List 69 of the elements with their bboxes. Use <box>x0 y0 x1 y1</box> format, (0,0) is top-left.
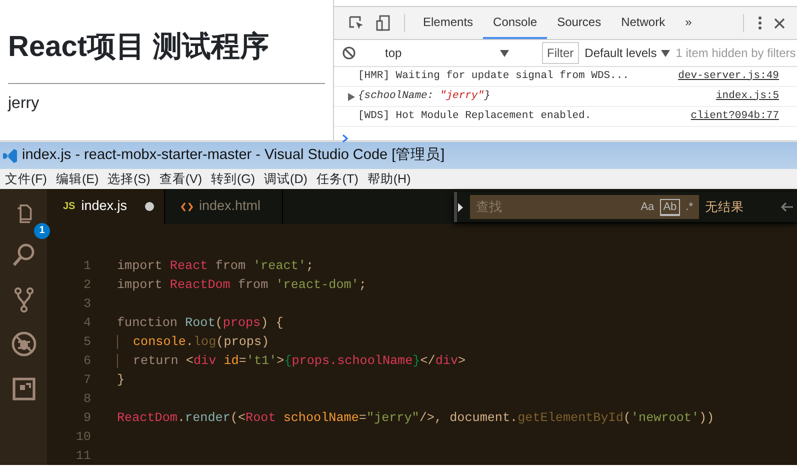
line-number: 6 <box>82 353 91 370</box>
code-line: console.log(props) <box>117 335 270 349</box>
code-line: import ReactDom from 'react-dom'; <box>117 277 366 294</box>
menu-item[interactable]: 查看(V) <box>159 170 202 188</box>
code-line: function Root(props) { <box>117 315 284 332</box>
levels-dropdown[interactable]: Default levels <box>584 44 670 62</box>
more-icon[interactable] <box>758 16 762 30</box>
more-tabs-button[interactable]: » <box>675 7 702 39</box>
find-option-toggle[interactable]: Aa <box>638 200 656 214</box>
app-logo-icon <box>2 148 18 164</box>
devtools-tab[interactable]: Elements <box>413 7 484 39</box>
devtools-tab[interactable]: Sources <box>547 7 612 39</box>
expand-icon[interactable] <box>348 92 355 100</box>
source-link[interactable]: client?094b:77 <box>690 108 779 124</box>
line-number: 2 <box>82 277 91 294</box>
search-icon[interactable] <box>10 241 36 268</box>
line-number: 9 <box>82 410 91 427</box>
inspect-icon[interactable] <box>348 15 364 31</box>
filter-field[interactable]: Filter <box>542 42 579 64</box>
line-number: 7 <box>82 372 91 389</box>
menu-item[interactable]: 任务(T) <box>316 170 358 188</box>
unsaved-dot <box>145 202 154 211</box>
page-text: jerry <box>8 94 40 114</box>
code-line: import React from 'react'; <box>117 258 314 275</box>
line-number: 1 <box>82 258 91 275</box>
menu-item[interactable]: 文件(F) <box>5 170 47 188</box>
find-option-toggle[interactable]: .* <box>684 200 695 214</box>
code-line: return <div id='t1'>{props.schoolName}</div> <box>117 354 466 368</box>
line-number: 3 <box>82 296 91 313</box>
source-link[interactable]: dev-server.js:49 <box>678 68 779 84</box>
menu-item[interactable]: 选择(S) <box>108 170 150 188</box>
line-number: 5 <box>82 334 91 351</box>
caret-icon <box>660 50 670 56</box>
menu-item[interactable]: 调试(D) <box>264 170 308 188</box>
bug-icon[interactable] <box>10 331 36 358</box>
find-field[interactable]: 查找 Aa Ab .* <box>470 195 699 219</box>
line-number: 4 <box>82 315 91 332</box>
line-number: 10 <box>74 429 91 446</box>
window-title: index.js - react-mobx-starter-master - Visual Studio Code [管理员] <box>22 146 445 165</box>
close-icon[interactable] <box>774 18 785 28</box>
hidden-items-note: 1 item hidden by filters <box>676 45 796 62</box>
expand-toggle-icon[interactable] <box>457 202 464 212</box>
source-link[interactable]: index.js:5 <box>716 88 779 104</box>
clear-icon[interactable] <box>342 46 356 60</box>
previous-match-icon[interactable] <box>781 202 793 212</box>
code-line: } <box>117 372 125 389</box>
code-file-icon <box>181 202 193 212</box>
find-option-toggle[interactable]: Ab <box>660 198 680 216</box>
line-number: 11 <box>74 448 91 465</box>
menu-item[interactable]: 转到(G) <box>210 170 256 188</box>
editor-tab[interactable]: JS index.js <box>47 189 165 224</box>
context-select[interactable]: top <box>385 44 513 62</box>
menu-item[interactable]: 帮助(H) <box>367 170 411 188</box>
device-icon[interactable] <box>376 15 390 31</box>
prompt-icon <box>342 134 348 144</box>
devtools-tab[interactable]: Console <box>483 7 548 39</box>
code-line: ReactDom.render(<Root schoolName="jerry"/>, document.getElementById('newroot')) <box>117 410 714 427</box>
js-file-icon: JS <box>63 199 76 214</box>
count-badge: 1 <box>34 223 50 239</box>
extensions-icon[interactable] <box>10 376 36 403</box>
console-message: [HMR] Waiting for update signal from WDS... <box>358 68 629 84</box>
find-result: 无结果 <box>705 198 744 216</box>
page-heading: React项目 测试程序 <box>8 30 270 65</box>
line-number: 8 <box>82 391 91 408</box>
console-message: [WDS] Hot Module Replacement enabled. <box>358 108 592 124</box>
caret-icon <box>500 50 509 56</box>
menu-item[interactable]: 编辑(E) <box>56 170 99 188</box>
devtools-tab[interactable]: Network <box>611 7 676 39</box>
console-message: {schoolName: "jerry"} <box>358 88 490 104</box>
